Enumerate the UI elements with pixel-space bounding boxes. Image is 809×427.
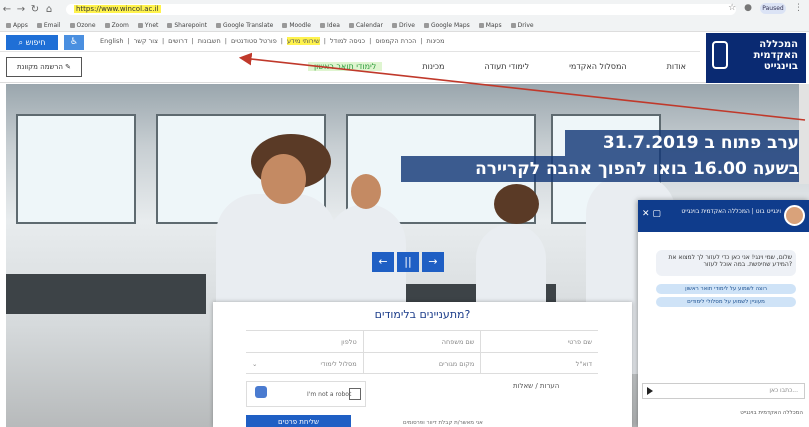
page: ← → ↻ ⌂ https://www.wincol.ac.il ☆ ● Pau…: [0, 0, 809, 427]
annotation-arrow: [238, 52, 806, 121]
